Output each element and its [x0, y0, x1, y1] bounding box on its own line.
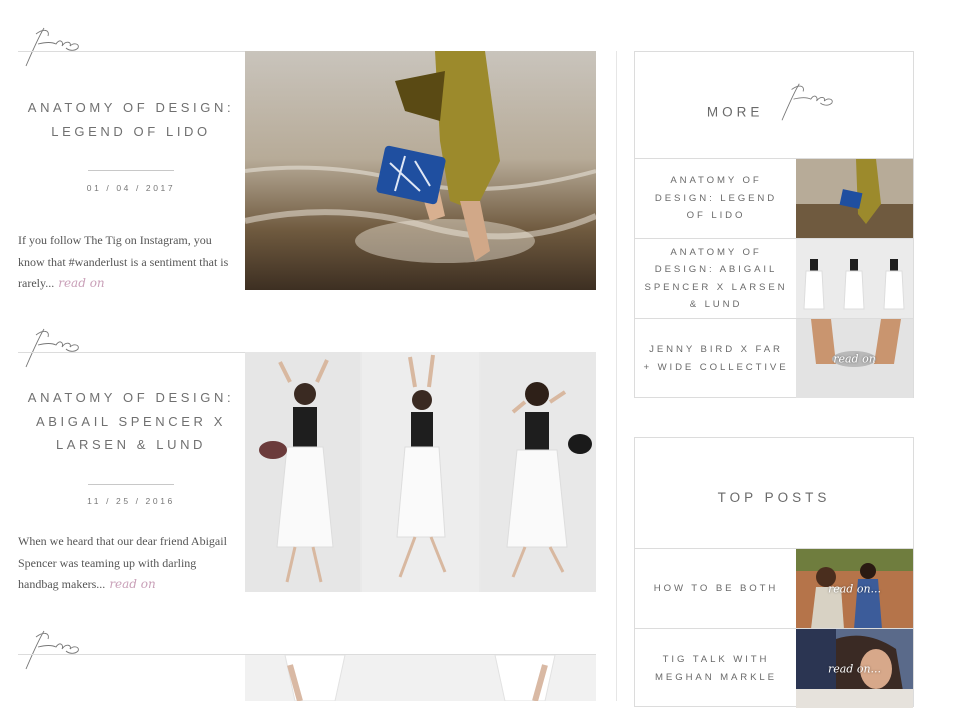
post-image-dancer-triptych[interactable] — [245, 352, 596, 592]
read-on-link[interactable]: read on — [58, 276, 104, 290]
more-item[interactable]: JENNY BIRD X FAR + WIDE COLLECTIVE read … — [635, 318, 913, 398]
more-fashion-widget: MORE ANATOMY OF DESIGN: LEGEND OF LIDO A… — [634, 51, 914, 398]
top-post-thumbnail[interactable]: read on... — [796, 629, 913, 708]
more-item[interactable]: ANATOMY OF DESIGN: LEGEND OF LIDO — [635, 158, 913, 238]
more-item-label[interactable]: JENNY BIRD X FAR + WIDE COLLECTIVE — [635, 319, 797, 398]
top-post-item[interactable]: TIG TALK WITH MEGHAN MARKLE read on... — [635, 628, 913, 708]
top-post-item[interactable]: HOW TO BE BOTH read on... — [635, 548, 913, 628]
post-date: 11 / 25 / 2016 — [87, 496, 175, 506]
read-on-overlay[interactable]: read on... — [796, 582, 913, 595]
fashion-script-logo-icon — [16, 625, 86, 675]
more-item-thumbnail[interactable] — [796, 239, 913, 318]
read-on-overlay[interactable]: read on — [796, 352, 913, 365]
more-item-thumbnail[interactable]: read on — [796, 319, 913, 398]
title-underline — [88, 170, 174, 171]
post-excerpt: If you follow The Tig on Instagram, you … — [18, 230, 233, 295]
more-item-label[interactable]: ANATOMY OF DESIGN: ABIGAIL SPENCER X LAR… — [635, 239, 797, 318]
excerpt-text: If you follow The Tig on Instagram, you … — [18, 233, 229, 290]
top-posts-widget: TOP POSTS HOW TO BE BOTH read on... TIG … — [634, 437, 914, 708]
title-underline — [88, 484, 174, 485]
more-item[interactable]: ANATOMY OF DESIGN: ABIGAIL SPENCER X LAR… — [635, 238, 913, 318]
post-title[interactable]: ANATOMY OF DESIGN: ABIGAIL SPENCER X LAR… — [18, 386, 244, 457]
post-image-partial[interactable] — [245, 655, 596, 701]
more-fashion-heading: MORE — [635, 83, 913, 126]
read-on-overlay[interactable]: read on... — [796, 662, 913, 675]
top-post-label[interactable]: HOW TO BE BOTH — [635, 549, 797, 628]
more-label: MORE — [706, 104, 764, 120]
post-date: 01 / 04 / 2017 — [86, 183, 176, 193]
top-posts-heading: TOP POSTS — [717, 490, 831, 505]
read-on-link[interactable]: read on — [109, 577, 155, 591]
fashion-script-logo-icon — [771, 78, 841, 126]
more-item-thumbnail[interactable] — [796, 159, 913, 238]
top-post-thumbnail[interactable]: read on... — [796, 549, 913, 628]
fashion-script-logo-icon — [16, 323, 86, 373]
column-divider — [616, 51, 617, 701]
post-image-water[interactable] — [245, 51, 596, 290]
top-post-label[interactable]: TIG TALK WITH MEGHAN MARKLE — [635, 629, 797, 708]
post-excerpt: When we heard that our dear friend Abiga… — [18, 531, 233, 596]
more-item-label[interactable]: ANATOMY OF DESIGN: LEGEND OF LIDO — [635, 159, 797, 238]
post-title[interactable]: ANATOMY OF DESIGN: LEGEND OF LIDO — [18, 96, 244, 143]
fashion-script-logo-icon — [16, 22, 86, 72]
